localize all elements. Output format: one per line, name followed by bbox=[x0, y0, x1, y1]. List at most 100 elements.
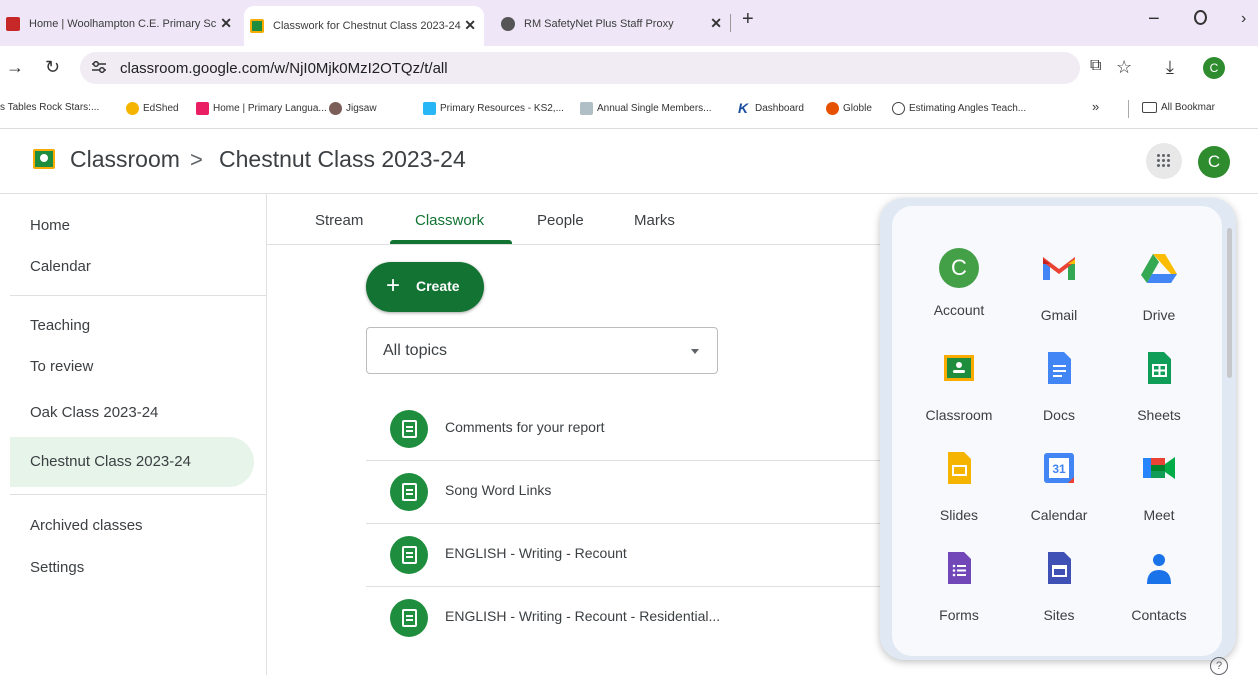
browser-tab-classwork[interactable]: Classwork for Chestnut Class 2023-24 ✕ bbox=[244, 6, 484, 46]
classwork-item[interactable]: ENGLISH - Writing - Recount - Residentia… bbox=[366, 587, 880, 649]
classwork-item[interactable]: Comments for your report bbox=[366, 398, 880, 461]
folder-icon bbox=[1142, 102, 1157, 113]
download-icon[interactable]: ⤓ bbox=[1166, 57, 1174, 78]
app-label: Classroom bbox=[925, 407, 993, 423]
address-bar-row: → ↻ classroom.google.com/w/NjI0Mjk0MzI2O… bbox=[0, 46, 1258, 90]
close-icon[interactable]: ✕ bbox=[464, 17, 476, 34]
tab-people[interactable]: People bbox=[537, 212, 584, 229]
profile-avatar[interactable]: C bbox=[1203, 57, 1225, 79]
classroom-header: Classroom > Chestnut Class 2023-24 C bbox=[0, 129, 1258, 194]
bookmark-label: Dashboard bbox=[755, 103, 804, 114]
classroom-logo-icon[interactable] bbox=[33, 149, 55, 169]
bookmark-item[interactable]: Home | Primary Langua... bbox=[196, 102, 327, 115]
sidebar-item-teaching[interactable]: Teaching bbox=[30, 317, 90, 334]
close-window-icon[interactable]: › bbox=[1241, 10, 1246, 28]
assignment-icon bbox=[390, 473, 428, 511]
all-bookmarks-button[interactable]: All Bookmar bbox=[1142, 102, 1215, 113]
app-sites[interactable]: Sites bbox=[1014, 548, 1104, 623]
reload-icon[interactable]: ↻ bbox=[45, 57, 60, 78]
bookmark-label: s Tables Rock Stars:... bbox=[0, 102, 100, 113]
school-crest-icon bbox=[6, 17, 20, 31]
classwork-item-title: ENGLISH - Writing - Recount - Residentia… bbox=[445, 608, 721, 624]
tab-label: RM SafetyNet Plus Staff Proxy bbox=[524, 18, 674, 30]
tab-label: Home | Woolhampton C.E. Primary Sc bbox=[29, 18, 217, 30]
sheets-icon bbox=[1148, 352, 1171, 384]
app-label: Sheets bbox=[1137, 407, 1181, 423]
bookmark-item[interactable]: Jigsaw bbox=[329, 102, 377, 115]
edshed-icon bbox=[126, 102, 139, 115]
sites-icon bbox=[1048, 552, 1071, 584]
app-title[interactable]: Classroom bbox=[70, 146, 180, 173]
site-settings-icon[interactable] bbox=[91, 61, 107, 73]
globle-icon bbox=[826, 102, 839, 115]
create-button[interactable]: + Create bbox=[366, 262, 484, 312]
sidebar-item-to-review[interactable]: To review bbox=[30, 358, 93, 375]
sidebar-item-home[interactable]: Home bbox=[30, 217, 70, 234]
tab-stream[interactable]: Stream bbox=[315, 212, 363, 229]
bookmark-item[interactable]: s Tables Rock Stars:... bbox=[0, 102, 99, 113]
topic-filter-value: All topics bbox=[383, 342, 448, 359]
account-avatar[interactable]: C bbox=[1198, 146, 1230, 178]
browser-tab-school[interactable]: Home | Woolhampton C.E. Primary Sc ✕ bbox=[0, 7, 240, 41]
more-bookmarks-icon[interactable]: » bbox=[1092, 99, 1099, 114]
app-calendar[interactable]: 31 Calendar bbox=[1014, 448, 1104, 523]
bookmarks-divider bbox=[1128, 100, 1129, 118]
app-account[interactable]: C Account bbox=[914, 248, 1004, 318]
cast-icon[interactable]: ⧉ bbox=[1090, 57, 1101, 75]
minimize-icon[interactable]: − bbox=[1148, 8, 1160, 31]
sidebar-item-chestnut-class[interactable]: Chestnut Class 2023-24 bbox=[30, 453, 191, 470]
app-slides[interactable]: Slides bbox=[914, 448, 1004, 523]
browser-tab-proxy[interactable]: RM SafetyNet Plus Staff Proxy ✕ bbox=[495, 7, 730, 41]
app-gmail[interactable]: Gmail bbox=[1014, 248, 1104, 323]
primary-languages-icon bbox=[196, 102, 209, 115]
membership-icon bbox=[580, 102, 593, 115]
bookmark-item[interactable]: Annual Single Members... bbox=[580, 102, 712, 115]
apps-grid: C Account Gmail Drive Classroom Docs She… bbox=[892, 206, 1222, 656]
app-drive[interactable]: Drive bbox=[1114, 248, 1204, 323]
close-icon[interactable]: ✕ bbox=[220, 15, 232, 32]
tab-marks[interactable]: Marks bbox=[634, 212, 675, 229]
angles-icon bbox=[892, 102, 905, 115]
breadcrumb-class-name[interactable]: Chestnut Class 2023-24 bbox=[219, 146, 466, 173]
bookmark-label: Primary Resources - KS2,... bbox=[440, 103, 564, 114]
sidebar-item-archived[interactable]: Archived classes bbox=[30, 517, 143, 534]
classwork-item-title: Song Word Links bbox=[445, 482, 552, 498]
omnibox[interactable]: classroom.google.com/w/NjI0Mjk0MzI2OTQz/… bbox=[80, 52, 1080, 84]
sidebar-item-settings[interactable]: Settings bbox=[30, 559, 84, 576]
tab-label: Classwork for Chestnut Class 2023-24 bbox=[273, 20, 461, 32]
forms-icon bbox=[948, 552, 971, 584]
google-apps-button[interactable] bbox=[1146, 143, 1182, 179]
bookmark-star-icon[interactable]: ☆ bbox=[1116, 57, 1132, 78]
app-forms[interactable]: Forms bbox=[914, 548, 1004, 623]
classwork-item[interactable]: Song Word Links bbox=[366, 461, 880, 524]
new-tab-icon[interactable]: + bbox=[742, 8, 754, 31]
bookmark-label: All Bookmar bbox=[1161, 102, 1215, 113]
app-label: Meet bbox=[1143, 507, 1175, 523]
app-contacts[interactable]: Contacts bbox=[1114, 548, 1204, 623]
dropdown-arrow-icon bbox=[691, 349, 699, 354]
app-sheets[interactable]: Sheets bbox=[1114, 348, 1204, 423]
bookmark-item[interactable]: Globle bbox=[826, 102, 872, 115]
bookmark-item[interactable]: Primary Resources - KS2,... bbox=[423, 102, 564, 115]
contacts-icon bbox=[1147, 554, 1171, 584]
classwork-item-title: Comments for your report bbox=[445, 419, 605, 435]
forward-icon[interactable]: → bbox=[6, 57, 24, 78]
app-meet[interactable]: Meet bbox=[1114, 448, 1204, 523]
help-icon[interactable]: ? bbox=[1210, 657, 1228, 675]
bookmark-item[interactable]: K Dashboard bbox=[738, 100, 804, 116]
classwork-item[interactable]: ENGLISH - Writing - Recount bbox=[366, 524, 880, 587]
sidebar-item-calendar[interactable]: Calendar bbox=[30, 258, 91, 275]
calendar-icon: 31 bbox=[1044, 453, 1074, 483]
app-classroom[interactable]: Classroom bbox=[914, 348, 1004, 423]
tab-classwork[interactable]: Classwork bbox=[415, 212, 484, 229]
slides-icon bbox=[948, 452, 971, 484]
close-icon[interactable]: ✕ bbox=[710, 15, 722, 32]
apps-panel-scrollbar[interactable] bbox=[1227, 228, 1232, 378]
app-docs[interactable]: Docs bbox=[1014, 348, 1104, 423]
bookmark-item[interactable]: EdShed bbox=[126, 102, 179, 115]
dashboard-k-icon: K bbox=[738, 100, 749, 116]
restore-icon[interactable] bbox=[1194, 10, 1207, 25]
bookmark-item[interactable]: Estimating Angles Teach... bbox=[892, 102, 1026, 115]
topic-filter-select[interactable]: All topics bbox=[366, 327, 718, 374]
sidebar-item-oak-class[interactable]: Oak Class 2023-24 bbox=[30, 404, 158, 421]
